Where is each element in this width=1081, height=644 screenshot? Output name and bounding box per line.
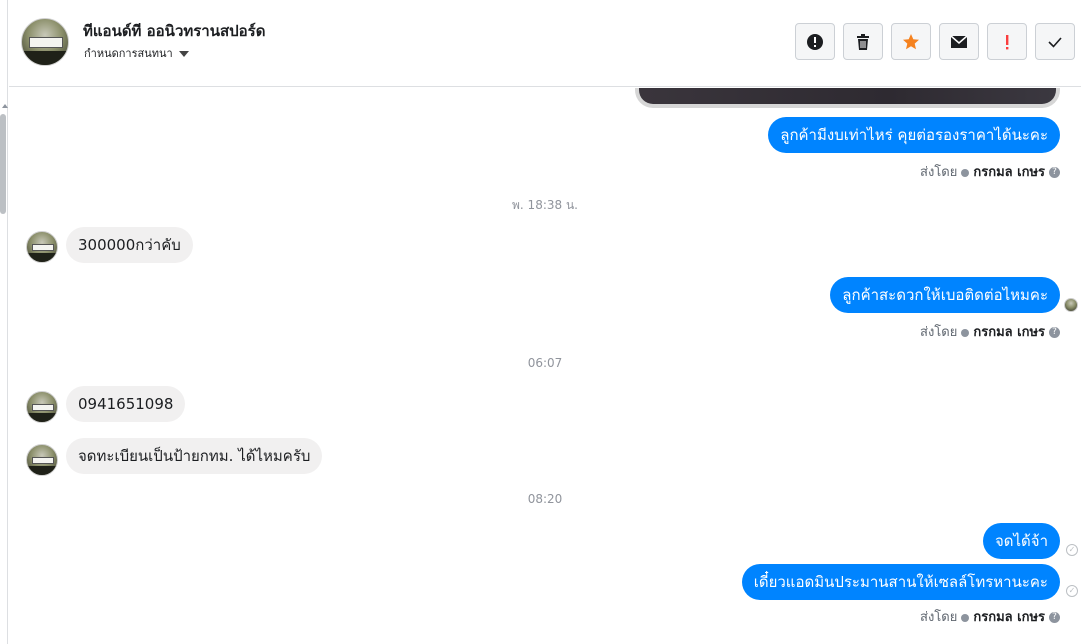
message-bubble-incoming[interactable]: 0941651098 [66,386,186,422]
caret-down-icon [178,51,189,57]
image-attachment[interactable] [635,88,1060,108]
scroll-thumb[interactable] [0,114,6,214]
timestamp: 06:07 [527,356,563,370]
message-bubble-outgoing[interactable]: จดได้จ้า [982,523,1060,559]
check-icon [961,168,970,177]
sender-avatar[interactable] [26,231,58,263]
sender-avatar[interactable] [26,444,58,476]
delete-button[interactable] [843,23,883,60]
message-bubble-outgoing[interactable]: ลูกค้าสะดวกให้เบอติดต่อไหมคะ [830,277,1060,313]
sent-by-label: ส่งโดย กรกมล เกษร? [920,161,1060,182]
mark-unread-button[interactable] [939,23,979,60]
page-avatar[interactable] [21,18,69,66]
help-icon[interactable]: ? [1049,612,1060,623]
checkmark-icon [1048,36,1062,48]
message-thread[interactable]: ลูกค้ามีงบเท่าไหร่ คุยต่อรองราคาได้นะคะ … [9,88,1081,644]
message-bubble-outgoing[interactable]: ลูกค้ามีงบเท่าไหร่ คุยต่อรองราคาได้นะคะ [768,117,1060,153]
conversation-settings-label: กำหนดการสนทนา [84,47,173,60]
message-bubble-incoming[interactable]: 300000กว่าคับ [66,227,193,263]
sent-by-label: ส่งโดย กรกมล เกษร? [920,606,1060,627]
toolbar [795,23,1075,60]
help-icon[interactable]: ? [1049,167,1060,178]
report-spam-button[interactable] [795,23,835,60]
message-bubble-incoming[interactable]: จดทะเบียนเป็นป้ายกทม. ได้ไหมครับ [66,438,323,474]
star-button[interactable] [891,23,931,60]
read-receipt-avatar [1064,298,1078,312]
check-icon [961,328,970,337]
sent-status-icon: ✓ [1066,544,1078,556]
envelope-icon [950,34,968,48]
check-icon [961,613,970,622]
mark-done-button[interactable] [1035,23,1075,60]
timestamp: พ. 18:38 น. [512,198,578,212]
sent-status-icon: ✓ [1066,585,1078,597]
timestamp: 08:20 [527,492,563,506]
sent-by-label: ส่งโดย กรกมล เกษร? [920,321,1060,342]
conversation-settings-dropdown[interactable]: กำหนดการสนทนา [84,44,189,62]
alert-circle-icon [807,33,823,50]
sender-avatar[interactable] [26,391,58,423]
left-scrollbar[interactable] [0,0,8,644]
conversation-header: ทีแอนด์ที ออนิวทรานสปอร์ด กำหนดการสนทนา [9,0,1081,87]
message-bubble-outgoing[interactable]: เดี๋ยวแอดมินประมานสานให้เซลล์โทรหานะคะ [741,564,1060,600]
exclamation-icon [1006,34,1009,49]
conversation-title[interactable]: ทีแอนด์ที ออนิวทรานสปอร์ด [83,19,265,43]
help-icon[interactable]: ? [1049,327,1060,338]
trash-icon [857,33,869,50]
star-icon [903,33,919,49]
scroll-up-icon[interactable] [2,104,8,108]
follow-up-button[interactable] [987,23,1027,60]
